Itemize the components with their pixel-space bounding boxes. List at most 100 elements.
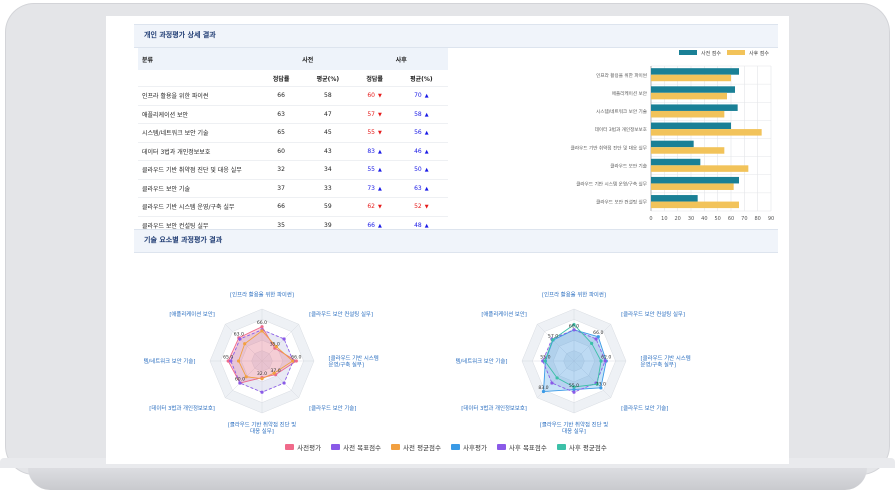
triangle-up-icon: ▲: [378, 185, 382, 192]
triangle-up-icon: ▲: [378, 167, 382, 174]
radar-pre-svg: 66.0 35.0 66.0 37.032.0 60.0 65.0 63.0 [인프라 활용을…: [131, 290, 379, 435]
radar-axis-label: [애플리케이션 보안]: [481, 310, 527, 318]
radar-chart-pre: 66.0 35.0 66.0 37.0 32.0 60.0 65.0 63.0 [인프라 활용을…: [131, 266, 444, 456]
table-row: 인프라 활용을 위한 파이썬 66 58 60 ▼ 70 ▲: [138, 86, 448, 105]
table-cell: 62 ▼: [354, 197, 395, 216]
score-value: 70: [414, 92, 422, 100]
triangle-down-icon: ▼: [378, 111, 382, 118]
score-value: 73: [367, 184, 375, 192]
table-row: 시스템/네트워크 보안 기술 65 45 55 ▼ 56 ▲: [138, 123, 448, 142]
x-tick-label: 90: [768, 216, 774, 222]
radar-point: [244, 375, 248, 379]
radar-value-label: 63.0: [234, 331, 244, 337]
triangle-up-icon: ▲: [424, 130, 429, 137]
table-cell: 45: [301, 123, 355, 142]
legend-swatch: [451, 444, 460, 450]
section-title: 개인 과정평가 상세 결과: [144, 31, 216, 39]
radar-value-label: 66.0: [593, 330, 603, 336]
table-cell: 58 ▲: [394, 104, 448, 124]
radar-axis-label: [클라우드 기반 취약점 진단 및: [540, 420, 609, 428]
table-cell: 66: [261, 197, 302, 216]
table-row: 클라우드 기반 취약점 진단 및 대응 실무 32 34 55 ▲ 50 ▲: [138, 160, 448, 179]
radar-point: [260, 377, 264, 381]
bar: [651, 158, 701, 166]
table-cell: 55 ▲: [354, 160, 395, 179]
legend-item[interactable]: 사전평가: [285, 440, 321, 454]
triangle-up-icon: ▲: [424, 111, 429, 118]
score-table: 분류 사전 사후 정답률 평균(%) 정답률 평균(%) 인프라 활용을 위한 …: [138, 48, 448, 234]
legend-label: 사전 점수: [701, 50, 721, 57]
radar-axis-label: [클라우드 보안 기술]: [309, 404, 356, 412]
table-cell: 인프라 활용을 위한 파이썬: [138, 86, 261, 105]
table-cell: 60 ▼: [354, 86, 395, 105]
table-cell: 63: [261, 104, 302, 124]
radar-point: [260, 329, 264, 333]
radar-axis-label: [클라우드 기반 시스템: [329, 354, 379, 362]
radar-point: [550, 381, 554, 385]
col-pre: 사전: [302, 56, 314, 64]
radar-value-label: 66.0: [257, 320, 267, 326]
bar: [651, 104, 738, 111]
triangle-down-icon: ▼: [378, 130, 382, 137]
legend-swatch: [727, 50, 745, 55]
radar-axis-label: 대응 실무]: [250, 427, 274, 435]
legend-label: 사후평가: [463, 444, 487, 452]
x-tick-label: 80: [754, 216, 760, 222]
radar-value-label: 60.0: [569, 323, 579, 329]
bar: [651, 74, 731, 82]
radar-point: [282, 381, 286, 385]
bar: [651, 122, 731, 130]
x-tick-label: 20: [674, 216, 680, 222]
radar-value-label: 62.0: [601, 355, 611, 361]
legend-item[interactable]: 사후 평균점수: [556, 440, 607, 454]
score-value: 57: [367, 110, 375, 118]
table-cell: 클라우드 기반 취약점 진단 및 대응 실무: [138, 160, 261, 179]
x-tick-label: 50: [714, 216, 720, 222]
radar-axis-label: [클라우드 보안 컨설팅 실무]: [621, 310, 685, 318]
table-cell: 46 ▲: [394, 141, 448, 161]
legend-item[interactable]: 사전 평균점수: [391, 440, 441, 454]
legend-swatch: [556, 444, 566, 450]
triangle-up-icon: ▲: [424, 185, 429, 192]
radar-axis-label: [데이터 3법과 개인정보보호]: [461, 404, 527, 412]
x-tick-label: 0: [649, 216, 652, 222]
legend-swatch: [496, 444, 506, 450]
radar-value-label: 83.0: [538, 385, 548, 391]
legend-item[interactable]: 사전 목표점수: [331, 440, 381, 454]
x-tick-label: 30: [688, 216, 694, 222]
legend-swatch: [679, 50, 697, 55]
radar-point: [555, 376, 559, 380]
table-cell: 73 ▲: [354, 178, 395, 198]
legend-label: 사후 목표점수: [508, 444, 547, 452]
radar-value-label: 55.0: [569, 383, 579, 389]
legend-item[interactable]: 사후 목표점수: [496, 440, 547, 454]
radar-axis-label: [클라우드 기반 취약점 진단 및: [228, 420, 297, 428]
x-tick-label: 60: [728, 216, 734, 222]
bar: [651, 92, 727, 100]
sub-header: 평균(%): [394, 70, 448, 87]
radar-point: [590, 341, 594, 345]
bar: [651, 110, 725, 118]
table-cell: 70 ▲: [394, 86, 448, 105]
table-row: 데이터 3법과 개인정보보호 60 43 83 ▲ 46 ▲: [138, 141, 448, 161]
radar-axis-label: 운영/구축 실무]: [329, 360, 364, 368]
y-tick-label: 데이터 3법과 개인정보보호: [595, 126, 647, 133]
radar-axis-label: 운영/구축 실무]: [641, 360, 676, 368]
score-value: 46: [414, 147, 422, 155]
table-cell: 83 ▲: [354, 141, 395, 161]
score-value: 60: [367, 92, 375, 100]
triangle-down-icon: ▼: [424, 204, 429, 211]
legend-item[interactable]: 사후평가: [451, 440, 487, 454]
bar: [651, 147, 725, 154]
radar-axis-label: [애플리케이션 보안]: [169, 310, 215, 318]
table-cell: 47: [301, 104, 355, 124]
col-post: 사후: [395, 56, 407, 64]
triangle-up-icon: ▲: [378, 222, 382, 229]
radar-axis-label: [시스템/네트워크 보안 기술]: [456, 357, 507, 365]
screen: 개인 과정평가 상세 결과 분류 사전 사후 정답률 평균(%) 정답률 평균(…: [106, 16, 789, 464]
table-cell: 43: [301, 141, 355, 161]
bar: [651, 140, 694, 148]
y-tick-label: 클라우드 기반 취약점 진단 및 대응 실무: [571, 144, 647, 151]
score-value: 83: [367, 147, 375, 155]
sub-header: 정답률: [354, 70, 395, 87]
